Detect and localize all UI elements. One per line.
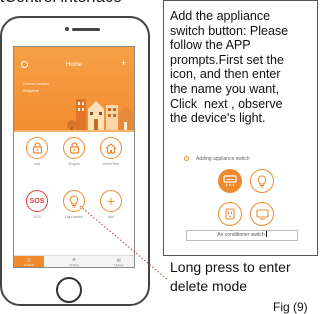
lightbulb-icon[interactable]: [250, 169, 274, 193]
radio-icon: [184, 156, 189, 161]
instruction-panel: Add the appliance switch button: Please …: [163, 0, 318, 256]
socket-icon[interactable]: [218, 202, 242, 226]
switch-name-value: Air conditioner switch: [217, 232, 265, 238]
instructions-text: Add the appliance switch button: Please …: [170, 9, 289, 126]
air-conditioner-icon[interactable]: [218, 169, 242, 193]
switch-name-input[interactable]: Air conditioner switch: [186, 230, 298, 241]
adding-appliance-label: Adding appliance switch: [196, 156, 250, 162]
television-icon[interactable]: [250, 202, 274, 226]
delete-mode-note: Long press to enter delete mode: [170, 259, 291, 294]
text-caret: [265, 231, 267, 237]
figure-label: Fig (9): [273, 300, 308, 314]
adding-appliance-row: Adding appliance switch: [184, 156, 250, 162]
